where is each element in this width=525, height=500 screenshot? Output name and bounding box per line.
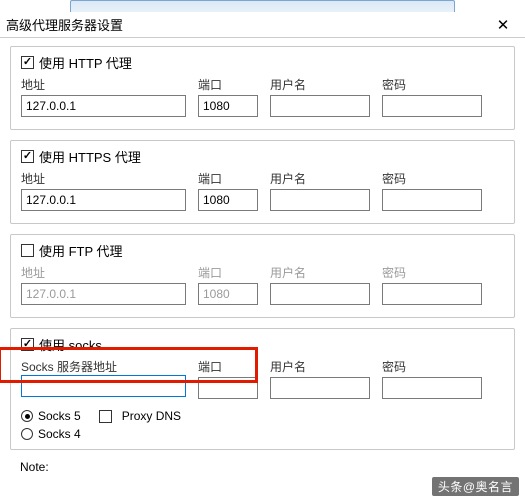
socks5-radio[interactable] — [21, 410, 33, 422]
http-user-input[interactable] — [270, 95, 370, 117]
window-title: 高级代理服务器设置 — [6, 15, 487, 34]
socks-address-input[interactable] — [21, 375, 186, 397]
http-address-input[interactable] — [21, 95, 186, 117]
http-user-label: 用户名 — [270, 76, 370, 93]
ftp-address-input[interactable] — [21, 283, 186, 305]
https-user-label: 用户名 — [270, 170, 370, 187]
watermark: 头条@奥名言 — [432, 477, 519, 496]
ftp-address-label: 地址 — [21, 264, 186, 281]
socks4-label: Socks 4 — [38, 427, 81, 441]
https-address-input[interactable] — [21, 189, 186, 211]
https-pass-input[interactable] — [382, 189, 482, 211]
https-proxy-group: 使用 HTTPS 代理 地址 端口 用户名 密码 — [10, 140, 515, 224]
http-port-label: 端口 — [198, 76, 258, 93]
use-socks-checkbox[interactable] — [21, 338, 34, 351]
https-user-input[interactable] — [270, 189, 370, 211]
use-https-checkbox[interactable] — [21, 150, 34, 163]
ftp-pass-input[interactable] — [382, 283, 482, 305]
use-http-label: 使用 HTTP 代理 — [39, 53, 132, 72]
socks-pass-label: 密码 — [382, 358, 482, 375]
https-address-label: 地址 — [21, 170, 186, 187]
use-https-label: 使用 HTTPS 代理 — [39, 147, 141, 166]
socks5-label: Socks 5 — [38, 409, 81, 423]
http-pass-label: 密码 — [382, 76, 482, 93]
note-label: Note: — [20, 460, 515, 474]
use-ftp-label: 使用 FTP 代理 — [39, 241, 123, 260]
close-icon[interactable]: ✕ — [487, 12, 519, 37]
http-pass-input[interactable] — [382, 95, 482, 117]
http-proxy-group: 使用 HTTP 代理 地址 端口 用户名 密码 — [10, 46, 515, 130]
ftp-proxy-group: 使用 FTP 代理 地址 端口 用户名 密码 — [10, 234, 515, 318]
http-address-label: 地址 — [21, 76, 186, 93]
socks-proxy-group: 使用 socks Socks 服务器地址 端口 用户名 密码 S — [10, 328, 515, 450]
ftp-user-label: 用户名 — [270, 264, 370, 281]
dialog-content: 使用 HTTP 代理 地址 端口 用户名 密码 使用 HTTPS — [0, 38, 525, 474]
use-ftp-checkbox[interactable] — [21, 244, 34, 257]
ftp-port-input[interactable] — [198, 283, 258, 305]
socks-user-label: 用户名 — [270, 358, 370, 375]
proxy-dns-label: Proxy DNS — [122, 409, 181, 423]
ftp-user-input[interactable] — [270, 283, 370, 305]
https-port-input[interactable] — [198, 189, 258, 211]
proxy-dns-checkbox[interactable] — [99, 410, 112, 423]
use-socks-label: 使用 socks — [39, 335, 102, 354]
https-port-label: 端口 — [198, 170, 258, 187]
socks-user-input[interactable] — [270, 377, 370, 399]
socks4-radio[interactable] — [21, 428, 33, 440]
ftp-port-label: 端口 — [198, 264, 258, 281]
ftp-pass-label: 密码 — [382, 264, 482, 281]
socks-pass-input[interactable] — [382, 377, 482, 399]
https-pass-label: 密码 — [382, 170, 482, 187]
use-http-checkbox[interactable] — [21, 56, 34, 69]
socks-address-label: Socks 服务器地址 — [21, 358, 186, 375]
titlebar: 高级代理服务器设置 ✕ — [0, 12, 525, 38]
socks-port-input[interactable] — [198, 377, 258, 399]
background-window-fragment — [70, 0, 455, 12]
socks-port-label: 端口 — [198, 358, 258, 375]
http-port-input[interactable] — [198, 95, 258, 117]
